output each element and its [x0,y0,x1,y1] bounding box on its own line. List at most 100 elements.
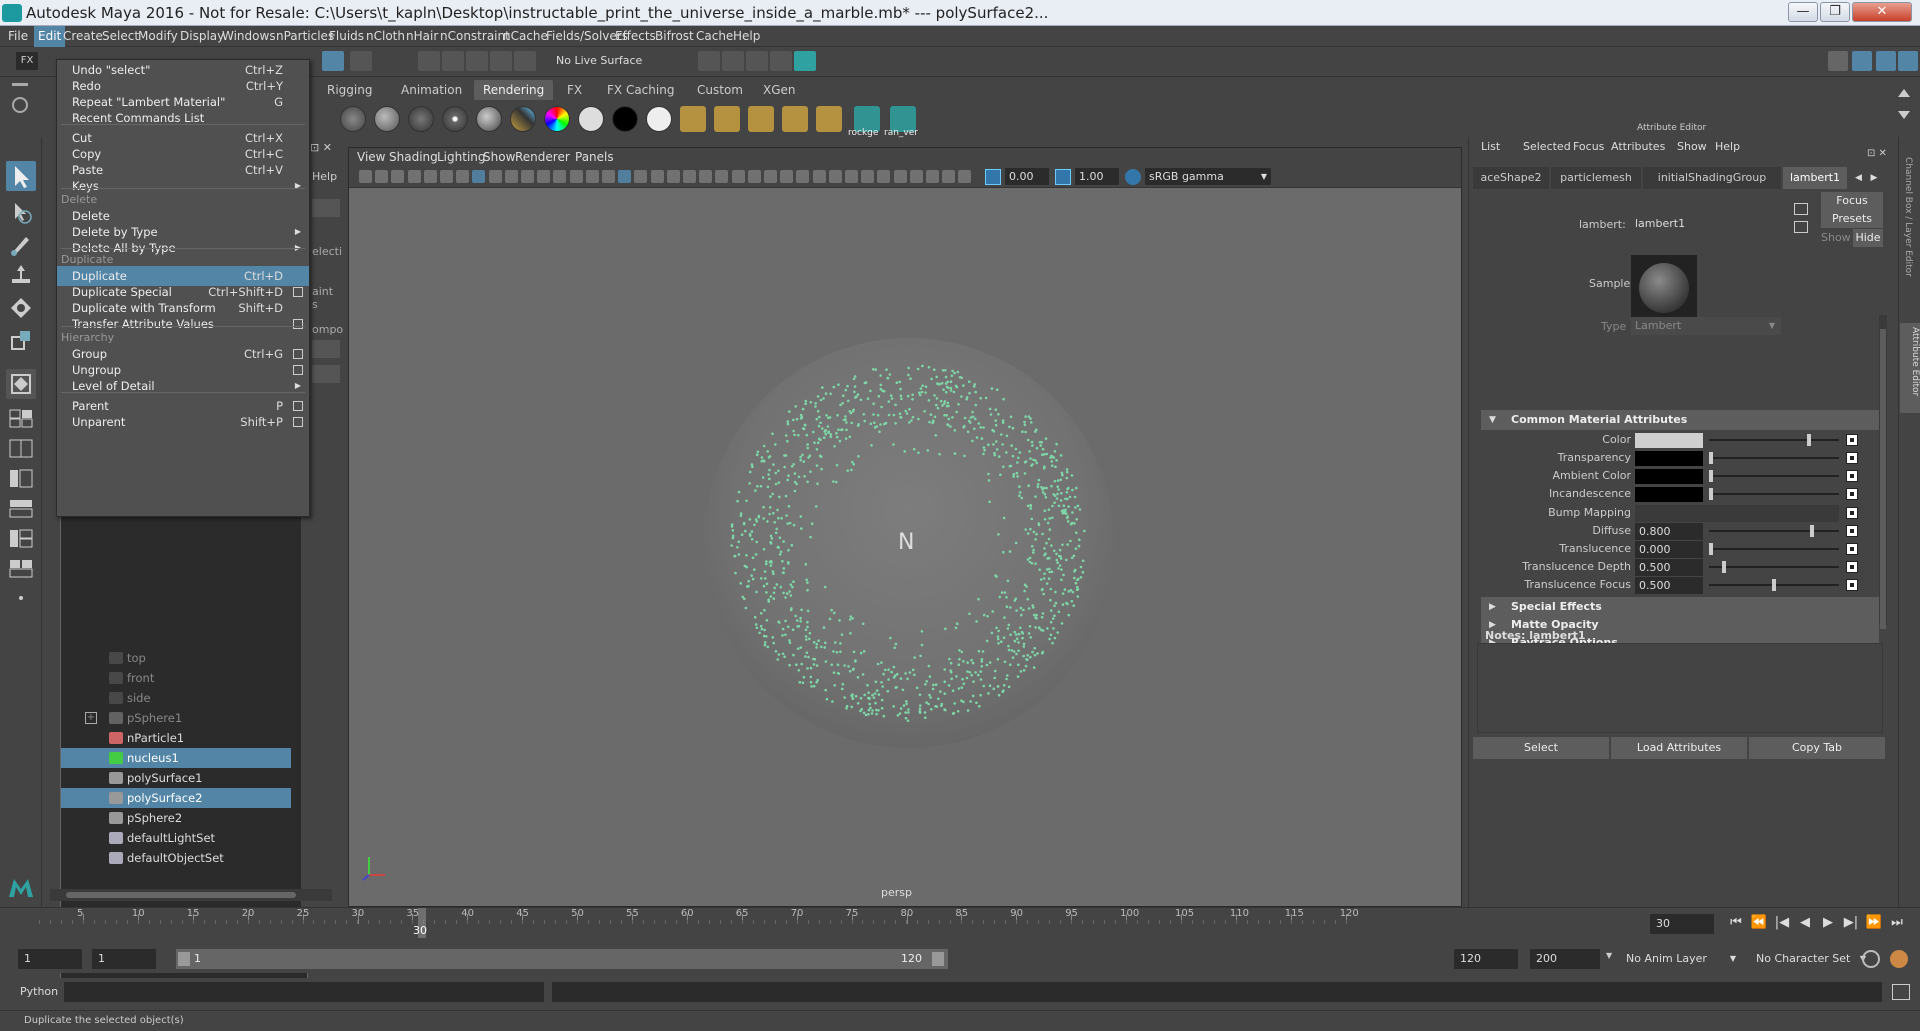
ae-menu-show[interactable]: Show [1677,140,1707,154]
viewport-tool-icon-11[interactable] [521,170,534,183]
panel-hscrollbar[interactable] [50,889,332,901]
viewport-menu-renderer[interactable]: Renderer [515,148,570,166]
menu-cache[interactable]: Cache [696,26,733,47]
viewport-tool-icon-12[interactable] [537,170,551,183]
command-input[interactable] [64,982,544,1002]
shelf-menu-icon[interactable] [12,83,28,86]
layout-icon[interactable] [1852,51,1872,71]
load-attributes-button[interactable]: Load Attributes [1611,737,1747,759]
exposure-field[interactable]: 0.00 [1005,168,1049,185]
focus-button[interactable]: Focus [1821,192,1883,210]
range-end-handle[interactable] [932,952,944,966]
viewport-tool-icon-30[interactable] [828,170,842,183]
shelf-tool-icon-4[interactable] [782,106,808,132]
attr-value-field[interactable]: 0.500 [1635,577,1703,594]
menu-item-unparent[interactable]: Unparent Shift+P [57,412,309,432]
ae-tab-particlemesh[interactable]: particlemesh [1551,167,1641,189]
shelf-material-icon-4[interactable] [442,106,468,132]
select-button[interactable]: Select [1473,737,1609,759]
last-tool-icon[interactable] [6,369,36,399]
viewport-menu-show[interactable]: Show [483,148,515,166]
color-swatch[interactable] [1635,487,1703,502]
scale-tool-icon[interactable] [6,325,36,355]
shelf-material-icon-8[interactable] [578,106,604,132]
option-box-icon[interactable] [293,319,303,329]
viewport-menu-panels[interactable]: Panels [575,148,614,166]
outliner-row-polysurface1[interactable]: polySurface1 [61,768,291,788]
render-settings-icon[interactable] [770,51,792,71]
layout-single-icon[interactable] [6,407,36,429]
ae-tab-lambert1[interactable]: lambert1 [1783,167,1847,189]
snap-grid-icon[interactable] [350,51,372,71]
chevron-down-icon[interactable]: ▼ [1606,951,1612,960]
type-select[interactable]: Lambert ▼ [1631,317,1781,335]
snap-icon[interactable] [322,51,344,71]
ae-tab-aceshape2[interactable]: aceShape2 [1473,167,1549,189]
viewport-tool-icon-6[interactable] [440,170,453,183]
menu-ncloth[interactable]: nCloth [366,26,405,47]
menu-file[interactable]: File [8,26,28,47]
snap-surface-icon[interactable] [490,51,512,71]
go-to-start-icon[interactable]: ⏮ [1726,912,1746,934]
render-current-icon[interactable] [722,51,744,71]
play-backward-icon[interactable]: ◀ [1795,912,1815,934]
viewport-tool-icon-7[interactable] [456,170,470,183]
ae-menu-selected[interactable]: Selected [1523,140,1571,154]
exposure-icon[interactable] [985,169,1001,185]
auto-key-icon[interactable] [1862,950,1880,968]
map-button-icon[interactable] [1846,434,1858,446]
option-box-icon[interactable] [293,287,303,297]
history-icon[interactable] [514,51,536,71]
viewport-tool-icon-20[interactable] [666,170,680,183]
minimize-button[interactable]: — [1788,2,1818,22]
menu-fluids[interactable]: Fluids [329,26,364,47]
viewport-tool-icon-26[interactable] [764,170,777,183]
viewport-tool-icon-10[interactable] [504,170,518,183]
copy-tab-button[interactable]: Copy Tab [1749,737,1885,759]
viewport-tool-icon-23[interactable] [715,170,729,183]
menu-select[interactable]: Select [102,26,139,47]
option-box-icon[interactable] [293,401,303,411]
viewport-tool-icon-21[interactable] [683,170,696,183]
script-language-label[interactable]: Python [20,982,58,1002]
section-common-material[interactable]: Common Material Attributes [1481,410,1879,430]
anim-start-field[interactable]: 1 [18,949,82,969]
playback-end-field[interactable]: 120 [1454,949,1518,969]
viewport-tool-icon-28[interactable] [796,170,810,183]
layout-four-icon[interactable] [6,437,36,459]
show-button[interactable]: Show [1821,229,1851,247]
viewport-tool-icon-35[interactable] [909,170,923,183]
toolbox-collapse-icon[interactable] [6,589,36,607]
snap-curve-icon[interactable] [418,51,440,71]
step-forward-frame-icon[interactable]: ▶| [1841,912,1861,934]
slider-handle[interactable] [1709,543,1713,555]
shelf-tool-icon-5[interactable] [816,106,842,132]
viewport-tool-icon-4[interactable] [407,170,421,183]
outliner-row-top[interactable]: top [61,648,291,668]
current-frame-field[interactable]: 30 [1650,914,1714,934]
snap-point-icon[interactable] [442,51,464,71]
viewport-tool-icon-33[interactable] [877,170,891,183]
slider-handle[interactable] [1721,561,1726,573]
layout-hypershade-icon[interactable] [6,557,36,579]
shelf-material-icon-10[interactable] [646,106,672,132]
outliner-row-side[interactable]: side [61,688,291,708]
step-back-frame-icon[interactable]: |◀ [1772,912,1792,934]
shelf-material-icon-1[interactable] [340,106,366,132]
paint-select-icon[interactable] [6,229,36,259]
map-button-icon[interactable] [1846,561,1858,573]
viewport-tool-icon-24[interactable] [731,170,745,183]
shelf-tab-rendering[interactable]: Rendering [474,80,554,100]
playback-start-field[interactable]: 1 [92,949,156,969]
maximize-button[interactable]: ❐ [1820,2,1850,22]
slider-handle[interactable] [1709,470,1713,482]
shelf-material-icon-5[interactable] [476,106,502,132]
viewport-menu-lighting[interactable]: Lighting [437,148,486,166]
select-tool-icon[interactable] [6,161,36,191]
maya-home-icon[interactable] [6,873,36,901]
anim-end-field[interactable]: 200 [1530,949,1600,969]
range-start-handle[interactable] [178,952,190,966]
shelf-tool-icon-2[interactable] [714,106,740,132]
gamma-field[interactable]: 1.00 [1075,168,1119,185]
attr-slider[interactable] [1709,543,1839,555]
